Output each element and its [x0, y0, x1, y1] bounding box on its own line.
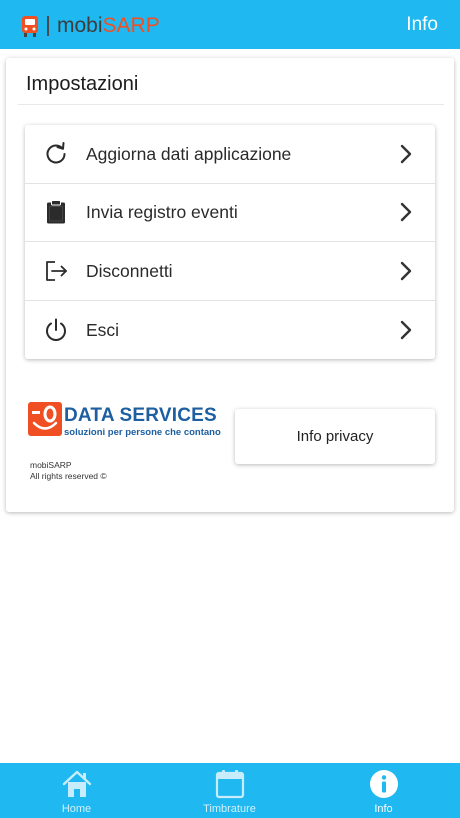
- settings-title: Impostazioni: [26, 73, 139, 95]
- power-icon: [46, 318, 66, 341]
- calendar-icon: [215, 770, 244, 799]
- menu-label-refresh-data: Aggiorna dati applicazione: [86, 143, 292, 164]
- chevron-right-icon: [400, 320, 412, 339]
- menu-label-send-log: Invia registro eventi: [86, 202, 238, 223]
- home-icon: [62, 770, 91, 797]
- tab-home[interactable]: Home: [0, 763, 153, 818]
- tab-label-info: Info: [374, 803, 393, 815]
- footer-app-name: mobiSARP: [30, 460, 72, 470]
- menu-label-disconnect: Disconnetti: [86, 260, 173, 281]
- menu-item-send-log[interactable]: Invia registro eventi: [25, 184, 435, 242]
- chevron-right-icon: [400, 203, 412, 222]
- settings-menu: Aggiorna dati applicazione Invia registr…: [25, 125, 435, 359]
- company-logo-icon: [28, 402, 62, 436]
- tab-label-timbrature: Timbrature: [203, 803, 256, 815]
- app-name-part2: SARP: [102, 14, 160, 37]
- app-name: mobiSARP: [57, 14, 160, 38]
- chevron-right-icon: [400, 144, 412, 163]
- app-header: mobiSARP Info: [0, 0, 460, 49]
- tab-timbrature[interactable]: Timbrature: [153, 763, 306, 818]
- footer-rights: All rights reserved ©: [30, 471, 107, 481]
- menu-item-exit[interactable]: Esci: [25, 301, 435, 360]
- refresh-icon: [46, 141, 66, 164]
- bottom-navigation: Home Timbrature Info: [0, 763, 460, 818]
- settings-card: Impostazioni Aggiorna dati applicazione …: [6, 58, 454, 512]
- brand-separator: [47, 16, 49, 36]
- title-divider: [18, 104, 444, 105]
- tab-info[interactable]: Info: [307, 763, 460, 818]
- company-name: DATA SERVICES: [64, 405, 217, 426]
- menu-label-exit: Esci: [86, 319, 120, 340]
- tab-label-home: Home: [61, 803, 92, 815]
- data-services-logo: DATA SERVICES soluzioni per persone che …: [28, 402, 224, 442]
- menu-item-disconnect[interactable]: Disconnetti: [25, 242, 435, 301]
- clipboard-icon: [47, 200, 65, 224]
- app-name-part1: mobi: [57, 14, 103, 37]
- info-icon: [369, 770, 398, 798]
- privacy-info-button[interactable]: Info privacy: [235, 409, 435, 464]
- chevron-right-icon: [400, 261, 412, 280]
- logout-icon: [46, 260, 67, 281]
- company-tagline: soluzioni per persone che contano: [64, 427, 221, 438]
- menu-item-refresh-data[interactable]: Aggiorna dati applicazione: [25, 125, 435, 184]
- bus-stop-icon: [22, 16, 38, 37]
- app-logo: mobiSARP: [20, 13, 160, 39]
- page-title: Info: [406, 14, 438, 35]
